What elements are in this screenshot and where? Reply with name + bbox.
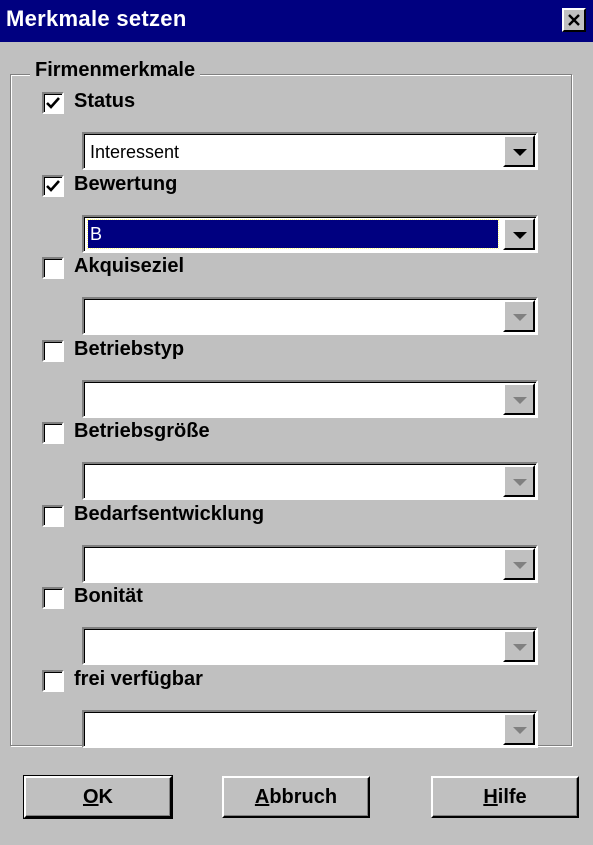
- chevron-down-icon: [513, 644, 527, 651]
- dropdown-button[interactable]: [503, 135, 535, 167]
- combobox-value: [90, 718, 496, 742]
- combobox-3[interactable]: [82, 380, 538, 418]
- dropdown-button[interactable]: [503, 548, 535, 580]
- checkbox-label: Bedarfsentwicklung: [74, 503, 265, 525]
- chevron-down-icon: [513, 562, 527, 569]
- combobox-4[interactable]: [82, 462, 538, 500]
- combobox-value: [90, 470, 496, 494]
- dropdown-button[interactable]: [503, 630, 535, 662]
- dropdown-button[interactable]: [503, 383, 535, 415]
- checkbox-label: Bewertung: [74, 173, 178, 195]
- combobox-6[interactable]: [82, 627, 538, 665]
- checkbox[interactable]: [42, 505, 64, 527]
- checkmark-icon: [46, 180, 60, 192]
- window-title: Merkmale setzen: [6, 6, 187, 31]
- help-accel: H: [483, 785, 498, 808]
- combobox-1[interactable]: B: [82, 215, 538, 253]
- checkmark-icon: [46, 97, 60, 109]
- combobox-value: [90, 635, 496, 659]
- checkbox[interactable]: [42, 422, 64, 444]
- cancel-accel: A: [254, 785, 270, 808]
- checkbox-label: Bonität: [74, 585, 143, 607]
- cancel-rest: bbruch: [269, 785, 338, 808]
- chevron-down-icon: [513, 479, 527, 486]
- dialog-window: Merkmale setzen Firmenmerkmale Status Int…: [0, 0, 593, 845]
- combobox-value: [90, 388, 496, 412]
- chevron-down-icon: [513, 149, 527, 156]
- checkbox-label: frei verfügbar: [74, 668, 203, 690]
- checkbox[interactable]: [42, 340, 64, 362]
- help-button[interactable]: Hilfe: [431, 776, 579, 818]
- checkbox-label: Status: [74, 90, 136, 112]
- help-rest: ilfe: [497, 785, 527, 808]
- checkbox[interactable]: [42, 587, 64, 609]
- combobox-2[interactable]: [82, 297, 538, 335]
- chevron-down-icon: [513, 397, 527, 404]
- cancel-button[interactable]: Abbruch: [222, 776, 370, 818]
- dropdown-button[interactable]: [503, 218, 535, 250]
- combobox-value: [90, 305, 496, 329]
- combobox-value: B: [87, 219, 499, 249]
- group-label: Firmenmerkmale: [30, 59, 201, 82]
- dropdown-button[interactable]: [503, 465, 535, 497]
- combobox-7[interactable]: [82, 710, 538, 748]
- checkbox-label: Betriebstyp: [74, 338, 185, 360]
- combobox-value: Interessent: [90, 142, 180, 162]
- chevron-down-icon: [513, 232, 527, 239]
- dropdown-button[interactable]: [503, 300, 535, 332]
- checkbox[interactable]: [42, 92, 64, 114]
- checkbox[interactable]: [42, 257, 64, 279]
- checkbox-label: Betriebsgröße: [74, 420, 210, 442]
- combobox-5[interactable]: [82, 545, 538, 583]
- chevron-down-icon: [513, 727, 527, 734]
- chevron-down-icon: [513, 314, 527, 321]
- combobox-0[interactable]: Interessent: [82, 132, 538, 170]
- close-button[interactable]: [562, 8, 586, 32]
- title-bar[interactable]: Merkmale setzen: [0, 0, 593, 42]
- ok-button[interactable]: OK: [23, 775, 173, 819]
- combobox-value: [90, 553, 496, 577]
- close-icon: [568, 14, 580, 26]
- ok-accel: O: [82, 785, 99, 808]
- ok-rest: K: [98, 785, 113, 808]
- dropdown-button[interactable]: [503, 713, 535, 745]
- checkbox[interactable]: [42, 670, 64, 692]
- checkbox-label: Akquiseziel: [74, 255, 185, 277]
- checkbox[interactable]: [42, 175, 64, 197]
